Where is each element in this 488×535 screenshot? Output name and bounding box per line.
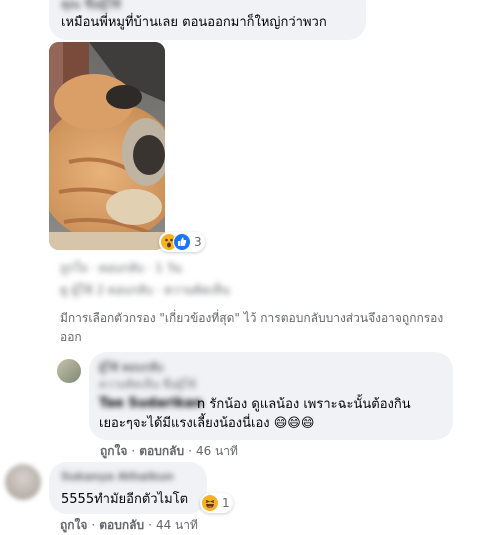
comment-bubble: คุณ ชื่อผู้ใช้ เหมือนพี่หมูที่บ้านเลย ตอ… bbox=[49, 0, 366, 40]
comment-actions: ถูกใจ · ตอบกลับ · 44 นาที bbox=[60, 516, 198, 535]
comment-text: เหมือนพี่หมูที่บ้านเลย ตอนออกมาก็ใหญ่กว่… bbox=[61, 15, 327, 30]
reaction-count: 1 bbox=[222, 496, 230, 510]
separator-dot: · bbox=[188, 444, 192, 458]
haha-emoji-icon bbox=[201, 494, 219, 512]
comment-author[interactable]: คุณ ชื่อผู้ใช้ bbox=[61, 0, 121, 13]
separator-dot: · bbox=[131, 444, 136, 458]
reply-actions: ถูกใจ · ตอบกลับ · 46 นาที bbox=[100, 442, 238, 461]
comment-meta-blurred: ถูกใจ · ตอบกลับ · 1 วัน bbox=[60, 261, 182, 275]
reactions-summary[interactable]: 1 bbox=[200, 493, 233, 513]
timestamp[interactable]: 46 นาที bbox=[196, 444, 238, 458]
avatar[interactable] bbox=[57, 359, 81, 383]
reply-author[interactable]: ผู้ใช้ ตอบกลับ bbox=[99, 359, 163, 376]
view-replies-blurred[interactable]: ดู ผู้ใช้ 2 ตอบกลับ · ความคิดเห็น bbox=[60, 281, 248, 300]
like-icon bbox=[173, 233, 191, 251]
filter-notice: มีการเลือกตัวกรอง "เกี่ยวข้องที่สุด" ไว้… bbox=[60, 311, 444, 344]
reply-bubble: ผู้ใช้ ตอบกลับ ความคิดเห็น ชื่อผู้ใช้ Ta… bbox=[89, 352, 453, 440]
comment-photo[interactable] bbox=[49, 42, 165, 250]
comment-bubble: Sukanya Athaikun 5555ทำมัยอีกตัวไมโต bbox=[49, 462, 207, 514]
reply-text-line1: n รักน้อง ดูแลน้อง เพราะฉะนั้นต้องกิน bbox=[197, 397, 411, 412]
like-action[interactable]: ถูกใจ bbox=[60, 518, 87, 532]
separator-dot: · bbox=[91, 518, 96, 532]
avatar[interactable] bbox=[5, 464, 41, 500]
comment-author[interactable]: Sukanya Athaikun bbox=[61, 468, 174, 485]
reply-action[interactable]: ตอบกลับ bbox=[139, 444, 184, 458]
reply-text-line2: เยอะๆจะได้มีแรงเลี้ยงน้องนี่เอง 😄😄😄 bbox=[99, 416, 315, 431]
timestamp[interactable]: 44 นาที bbox=[156, 518, 198, 532]
reply-action[interactable]: ตอบกลับ bbox=[99, 518, 144, 532]
separator-dot: · bbox=[148, 518, 152, 532]
reply-subtitle: ความคิดเห็น ชื่อผู้ใช้ bbox=[99, 378, 196, 391]
tagged-user[interactable]: Tae Sudarikan bbox=[99, 395, 203, 412]
like-action[interactable]: ถูกใจ bbox=[100, 444, 127, 458]
cat-and-pug-image bbox=[49, 42, 165, 250]
reaction-count: 3 bbox=[194, 235, 202, 249]
comment-text: 5555ทำมัยอีกตัวไมโต bbox=[61, 492, 189, 507]
reactions-summary[interactable]: 3 bbox=[159, 232, 205, 252]
